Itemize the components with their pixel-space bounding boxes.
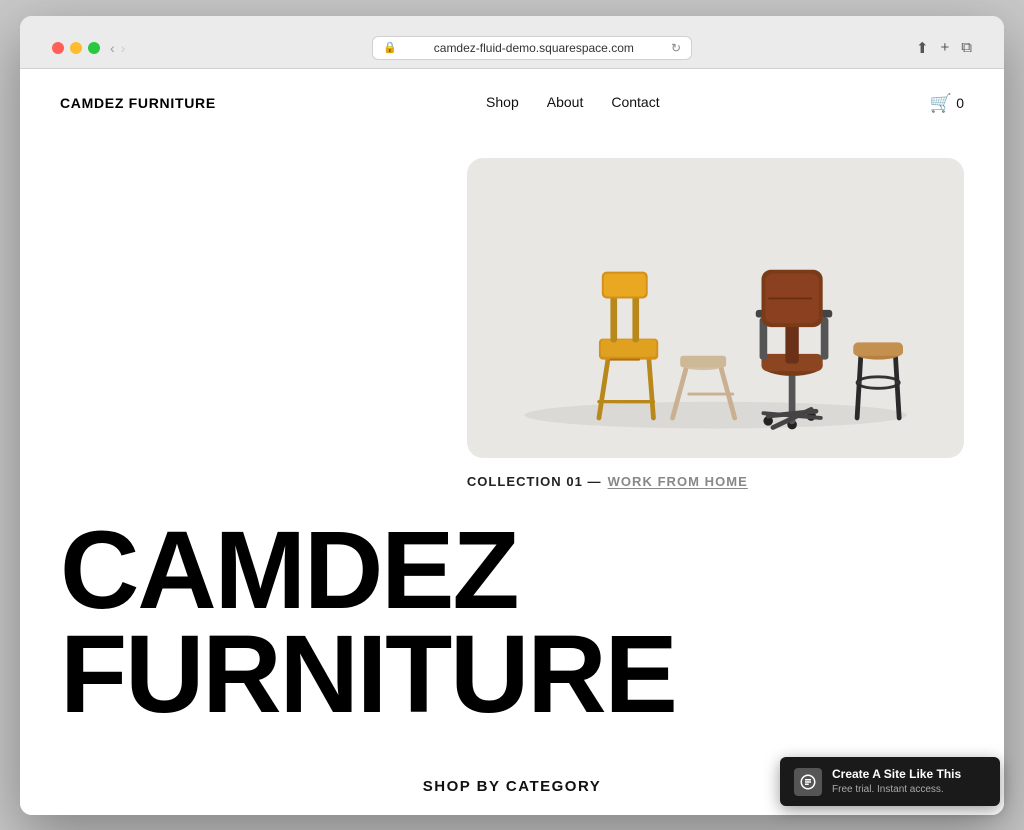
collection-label: COLLECTION 01 — WORK FROM HOME — [467, 474, 748, 489]
site-logo[interactable]: CAMDEZ FURNITURE — [60, 95, 216, 111]
brand-headline: CAMDEZ FURNITURE — [60, 519, 964, 728]
hero-section: COLLECTION 01 — WORK FROM HOME — [467, 158, 964, 489]
cart-button[interactable]: 🛒 0 — [930, 93, 964, 114]
squarespace-banner-text: Create A Site Like This Free trial. Inst… — [832, 767, 961, 796]
lock-icon: 🔒 — [383, 41, 397, 54]
nav-link-contact[interactable]: Contact — [611, 94, 659, 110]
nav-item-shop[interactable]: Shop — [486, 94, 519, 112]
main-nav: CAMDEZ FURNITURE Shop About Contact 🛒 0 — [20, 69, 1004, 138]
product-image-card[interactable] — [467, 158, 964, 458]
collection-prefix: COLLECTION 01 — — [467, 474, 602, 489]
cart-icon: 🛒 — [930, 93, 952, 114]
nav-link-about[interactable]: About — [547, 94, 584, 110]
share-icon[interactable]: ⬆ — [916, 39, 929, 57]
fullscreen-button[interactable] — [88, 42, 100, 54]
address-bar[interactable]: 🔒 camdez-fluid-demo.squarespace.com ↻ — [372, 36, 692, 60]
titlebar-left: ‹ › — [52, 40, 172, 56]
titlebar-right: ⬆ + ⧉ — [892, 39, 972, 57]
cart-count: 0 — [956, 95, 964, 111]
window-icon[interactable]: ⧉ — [961, 39, 972, 56]
sq-banner-subtitle: Free trial. Instant access. — [832, 783, 961, 796]
squarespace-logo — [794, 768, 822, 796]
close-button[interactable] — [52, 42, 64, 54]
browser-chrome: ‹ › 🔒 camdez-fluid-demo.squarespace.com … — [20, 16, 1004, 69]
traffic-lights — [52, 42, 100, 54]
brand-hero-section: CAMDEZ FURNITURE — [20, 489, 1004, 748]
titlebar: ‹ › 🔒 camdez-fluid-demo.squarespace.com … — [36, 26, 988, 68]
sq-banner-title: Create A Site Like This — [832, 767, 961, 783]
website-content: CAMDEZ FURNITURE Shop About Contact 🛒 0 — [20, 69, 1004, 815]
main-content: COLLECTION 01 — WORK FROM HOME — [20, 138, 1004, 489]
back-button[interactable]: ‹ — [110, 40, 115, 56]
squarespace-logo-icon — [799, 773, 817, 791]
squarespace-banner[interactable]: Create A Site Like This Free trial. Inst… — [780, 757, 1000, 806]
browser-window: ‹ › 🔒 camdez-fluid-demo.squarespace.com … — [20, 16, 1004, 815]
new-tab-icon[interactable]: + — [941, 39, 950, 56]
nav-links: Shop About Contact — [486, 94, 660, 112]
refresh-icon[interactable]: ↻ — [671, 41, 681, 55]
collection-link[interactable]: WORK FROM HOME — [608, 474, 748, 489]
minimize-button[interactable] — [70, 42, 82, 54]
chairs-illustration — [467, 158, 964, 458]
nav-item-about[interactable]: About — [547, 94, 584, 112]
url-text: camdez-fluid-demo.squarespace.com — [403, 41, 665, 55]
nav-link-shop[interactable]: Shop — [486, 94, 519, 110]
forward-button[interactable]: › — [121, 40, 126, 56]
nav-item-contact[interactable]: Contact — [611, 94, 659, 112]
titlebar-center: 🔒 camdez-fluid-demo.squarespace.com ↻ — [172, 36, 892, 60]
nav-arrows: ‹ › — [110, 40, 125, 56]
